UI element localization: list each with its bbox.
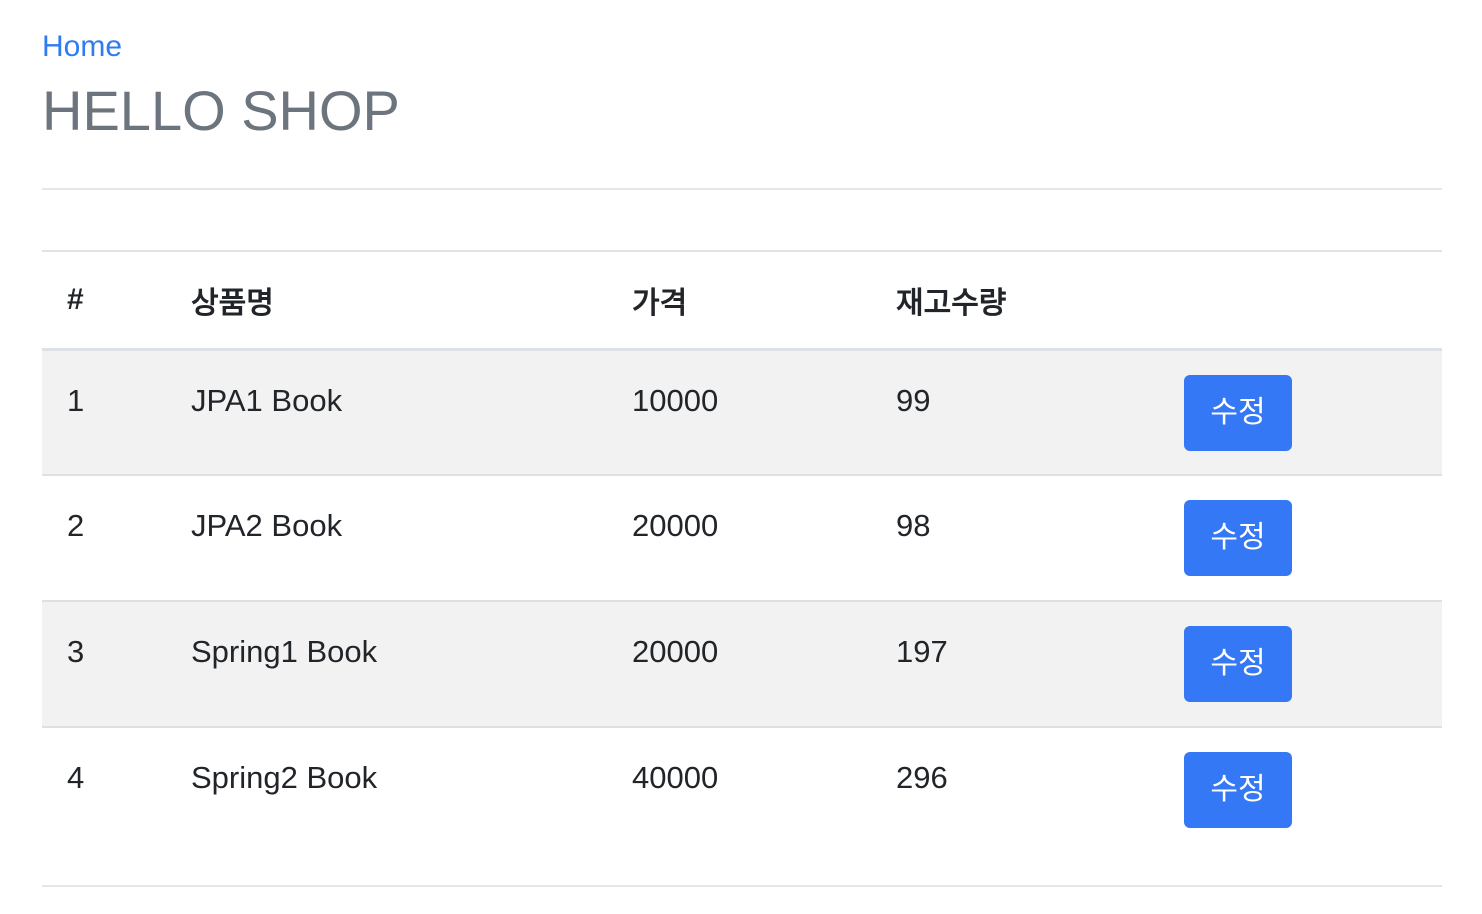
table-row: 4 Spring2 Book 40000 296 수정 <box>42 727 1442 853</box>
table-body: 1 JPA1 Book 10000 99 수정 2 JPA2 Book 2000… <box>42 349 1442 853</box>
home-link[interactable]: Home <box>42 27 122 67</box>
cell-stock: 99 <box>871 349 1159 476</box>
cell-stock: 197 <box>871 601 1159 728</box>
cell-name: JPA1 Book <box>166 349 607 476</box>
cell-id: 4 <box>67 760 85 795</box>
cell-stock: 296 <box>896 760 948 795</box>
cell-name: Spring1 Book <box>166 601 607 728</box>
column-header-name: 상품명 <box>166 250 607 351</box>
cell-name: JPA2 Book <box>166 475 607 602</box>
cell-id: 3 <box>42 601 166 728</box>
cell-action: 수정 <box>1159 727 1442 853</box>
edit-button[interactable]: 수정 <box>1184 752 1292 828</box>
column-header-id: # <box>42 250 166 351</box>
table-header-row: # 상품명 가격 재고수량 <box>42 250 1442 351</box>
edit-button[interactable]: 수정 <box>1184 374 1292 451</box>
table-header: # 상품명 가격 재고수량 <box>42 250 1442 351</box>
cell-id: 1 <box>42 349 166 476</box>
cell-price: 40000 <box>632 760 719 795</box>
edit-button[interactable]: 수정 <box>1184 500 1292 576</box>
items-table-wrapper: # 상품명 가격 재고수량 1 JPA1 Book 10000 99 수정 2 … <box>42 250 1442 853</box>
edit-button[interactable]: 수정 <box>1184 626 1292 702</box>
cell-action: 수정 <box>1159 601 1442 728</box>
table-row: 3 Spring1 Book 20000 197 수정 <box>42 601 1442 728</box>
items-table: # 상품명 가격 재고수량 1 JPA1 Book 10000 99 수정 2 … <box>42 250 1442 853</box>
cell-name: Spring2 Book <box>191 760 378 795</box>
cell-price: 10000 <box>607 349 871 476</box>
column-header-stock: 재고수량 <box>871 250 1159 351</box>
footer-divider <box>42 885 1442 887</box>
cell-price: 20000 <box>607 475 871 602</box>
column-header-price: 가격 <box>607 250 871 351</box>
table-row: 1 JPA1 Book 10000 99 수정 <box>42 349 1442 476</box>
cell-stock: 98 <box>871 475 1159 602</box>
column-header-action <box>1159 250 1442 351</box>
cell-action: 수정 <box>1159 475 1442 602</box>
cell-price: 20000 <box>607 601 871 728</box>
header-divider <box>42 188 1442 190</box>
table-row: 2 JPA2 Book 20000 98 수정 <box>42 475 1442 602</box>
page-title: HELLO SHOP <box>42 79 400 142</box>
cell-action: 수정 <box>1159 349 1442 476</box>
cell-id: 2 <box>42 475 166 602</box>
